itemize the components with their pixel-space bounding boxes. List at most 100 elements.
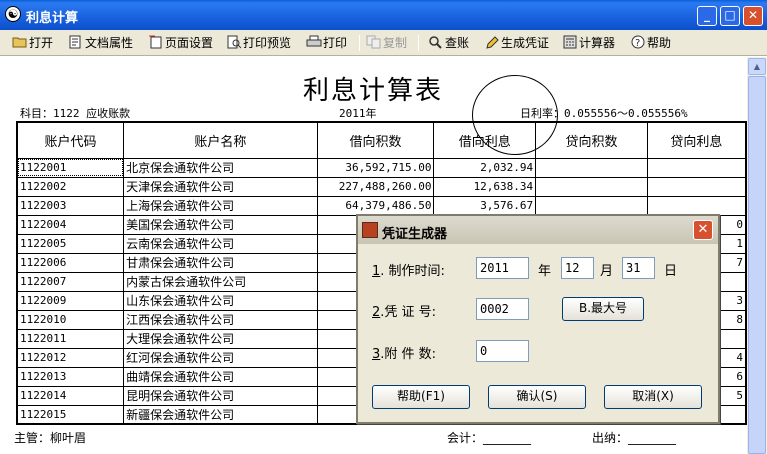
account-name-cell[interactable]: 江西保会通软件公司 xyxy=(123,309,318,330)
report-year: 2011年 xyxy=(339,107,377,120)
app-icon: ☯ xyxy=(5,6,21,22)
scroll-up-arrow-icon[interactable]: ▲ xyxy=(748,58,766,75)
account-name-cell[interactable]: 上海保会通软件公司 xyxy=(123,195,318,216)
credit-interest-cell[interactable] xyxy=(646,157,747,178)
print-button[interactable]: 打印 xyxy=(306,34,347,52)
attachment-count-input[interactable]: 0 xyxy=(476,340,529,362)
maximize-button[interactable]: □ xyxy=(720,6,740,26)
debit-interest-cell[interactable]: 2,032.94 xyxy=(433,157,537,178)
max-number-button[interactable]: B.最大号 xyxy=(562,297,644,321)
svg-text:?: ? xyxy=(635,38,640,49)
minimize-button[interactable]: _ xyxy=(697,6,717,26)
credit-interest-cell[interactable] xyxy=(646,176,747,197)
account-code-cell[interactable]: 1122015 xyxy=(16,404,125,425)
month-unit: 月 xyxy=(600,264,614,279)
account-name-cell[interactable]: 红河保会通软件公司 xyxy=(123,347,318,368)
account-name-cell[interactable]: 曲靖保会通软件公司 xyxy=(123,366,318,387)
copy-icon xyxy=(366,35,381,49)
account-name-cell[interactable]: 山东保会通软件公司 xyxy=(123,290,318,311)
account-name-cell[interactable]: 大理保会通软件公司 xyxy=(123,328,318,349)
help-icon: ? xyxy=(631,35,645,49)
close-button[interactable]: ✕ xyxy=(743,6,763,26)
dialog-close-button[interactable]: ✕ xyxy=(693,220,713,240)
day-input[interactable]: 31 xyxy=(622,257,655,279)
table-row[interactable]: 1122003 上海保会通软件公司 64,379,486.50 3,576.67 xyxy=(16,195,747,216)
print-preview-icon xyxy=(227,35,242,49)
column-header: 账户名称 xyxy=(123,121,318,159)
account-name-cell[interactable]: 新疆保会通软件公司 xyxy=(123,404,318,425)
account-code-cell[interactable]: 1122009 xyxy=(16,290,125,311)
print-label: 打印 xyxy=(323,36,348,50)
table-row[interactable]: 1122002 天津保会通软件公司 227,488,260.00 12,638.34 xyxy=(16,176,747,197)
gen-voucher-button[interactable]: 生成凭证 xyxy=(484,34,549,52)
print-preview-button[interactable]: 打印预览 xyxy=(226,34,291,52)
account-code-cell[interactable]: 1122002 xyxy=(16,176,125,197)
confirm-button[interactable]: 确认(S) xyxy=(488,385,586,409)
column-header: 贷向利息 xyxy=(646,121,747,159)
open-button[interactable]: 打开 xyxy=(12,34,53,52)
account-name-cell[interactable]: 昆明保会通软件公司 xyxy=(123,385,318,406)
magnifier-icon xyxy=(429,36,442,49)
account-name-cell[interactable]: 甘肃保会通软件公司 xyxy=(123,252,318,273)
credit-sum-cell[interactable] xyxy=(535,195,648,216)
account-code-cell[interactable]: 1122005 xyxy=(16,233,125,254)
lookup-button[interactable]: 查账 xyxy=(428,34,469,52)
help-label: 帮助 xyxy=(647,36,672,50)
voucher-number-input[interactable]: 0002 xyxy=(476,298,529,320)
gen-voucher-label: 生成凭证 xyxy=(501,36,550,50)
calculator-icon xyxy=(563,35,577,49)
account-code-cell[interactable]: 1122011 xyxy=(16,328,125,349)
account-name-cell[interactable]: 内蒙古保会通软件公司 xyxy=(123,271,318,292)
credit-sum-cell[interactable] xyxy=(535,176,648,197)
credit-interest-cell[interactable] xyxy=(646,195,747,216)
lookup-label: 查账 xyxy=(445,36,470,50)
toolbar-separator xyxy=(418,35,419,51)
window-title: 利息计算 xyxy=(26,11,79,26)
debit-sum-cell[interactable]: 64,379,486.50 xyxy=(316,195,435,216)
dialog-help-button[interactable]: 帮助(F1) xyxy=(372,385,470,409)
scrollbar-thumb[interactable] xyxy=(748,76,766,454)
folder-open-icon xyxy=(12,37,27,48)
print-preview-label: 打印预览 xyxy=(243,36,292,50)
account-code-cell[interactable]: 1122013 xyxy=(16,366,125,387)
toolbar-separator xyxy=(359,35,360,51)
dialog-title-bar: 凭证生成器 ✕ xyxy=(358,216,718,244)
account-name-cell[interactable]: 天津保会通软件公司 xyxy=(123,176,318,197)
open-label: 打开 xyxy=(29,36,54,50)
account-code-cell[interactable]: 1122012 xyxy=(16,347,125,368)
debit-interest-cell[interactable]: 3,576.67 xyxy=(433,195,537,216)
account-code-cell[interactable]: 1122001 xyxy=(16,157,125,178)
account-code-cell[interactable]: 1122014 xyxy=(16,385,125,406)
account-name-cell[interactable]: 北京保会通软件公司 xyxy=(123,157,318,178)
table-row[interactable]: 1122001 北京保会通软件公司 36,592,715.00 2,032.94 xyxy=(16,157,747,178)
account-code-cell[interactable]: 1122010 xyxy=(16,309,125,330)
column-header: 借向积数 xyxy=(316,121,435,159)
day-unit: 日 xyxy=(664,264,678,279)
year-input[interactable]: 2011 xyxy=(476,257,529,279)
doc-props-label: 文档属性 xyxy=(85,36,134,50)
cancel-button[interactable]: 取消(X) xyxy=(604,385,702,409)
copy-button[interactable]: 复制 xyxy=(366,34,407,52)
credit-sum-cell[interactable] xyxy=(535,157,648,178)
account-code-cell[interactable]: 1122004 xyxy=(16,214,125,235)
account-name-cell[interactable]: 云南保会通软件公司 xyxy=(123,233,318,254)
debit-interest-cell[interactable]: 12,638.34 xyxy=(433,176,537,197)
debit-sum-cell[interactable]: 227,488,260.00 xyxy=(316,176,435,197)
month-input[interactable]: 12 xyxy=(561,257,594,279)
account-name-cell[interactable]: 美国保会通软件公司 xyxy=(123,214,318,235)
account-code-cell[interactable]: 1122007 xyxy=(16,271,125,292)
dialog-app-icon xyxy=(362,222,378,238)
help-button[interactable]: ? 帮助 xyxy=(630,34,671,52)
label-voucher-number: 2.凭 证 号: xyxy=(372,305,437,320)
document-properties-icon xyxy=(69,35,81,49)
doc-props-button[interactable]: 文档属性 xyxy=(68,34,133,52)
debit-sum-cell[interactable]: 36,592,715.00 xyxy=(316,157,435,178)
calculator-button[interactable]: 计算器 xyxy=(562,34,615,52)
page-setup-button[interactable]: 页面设置 xyxy=(148,34,213,52)
copy-label: 复制 xyxy=(383,36,408,50)
account-code-cell[interactable]: 1122006 xyxy=(16,252,125,273)
table-header-row: 账户代码 账户名称 借向积数 借向利息 贷向积数 贷向利息 xyxy=(16,121,747,159)
cashier-signature: 出纳：________ xyxy=(592,431,677,445)
vertical-scrollbar[interactable]: ▲ xyxy=(747,57,767,454)
account-code-cell[interactable]: 1122003 xyxy=(16,195,125,216)
